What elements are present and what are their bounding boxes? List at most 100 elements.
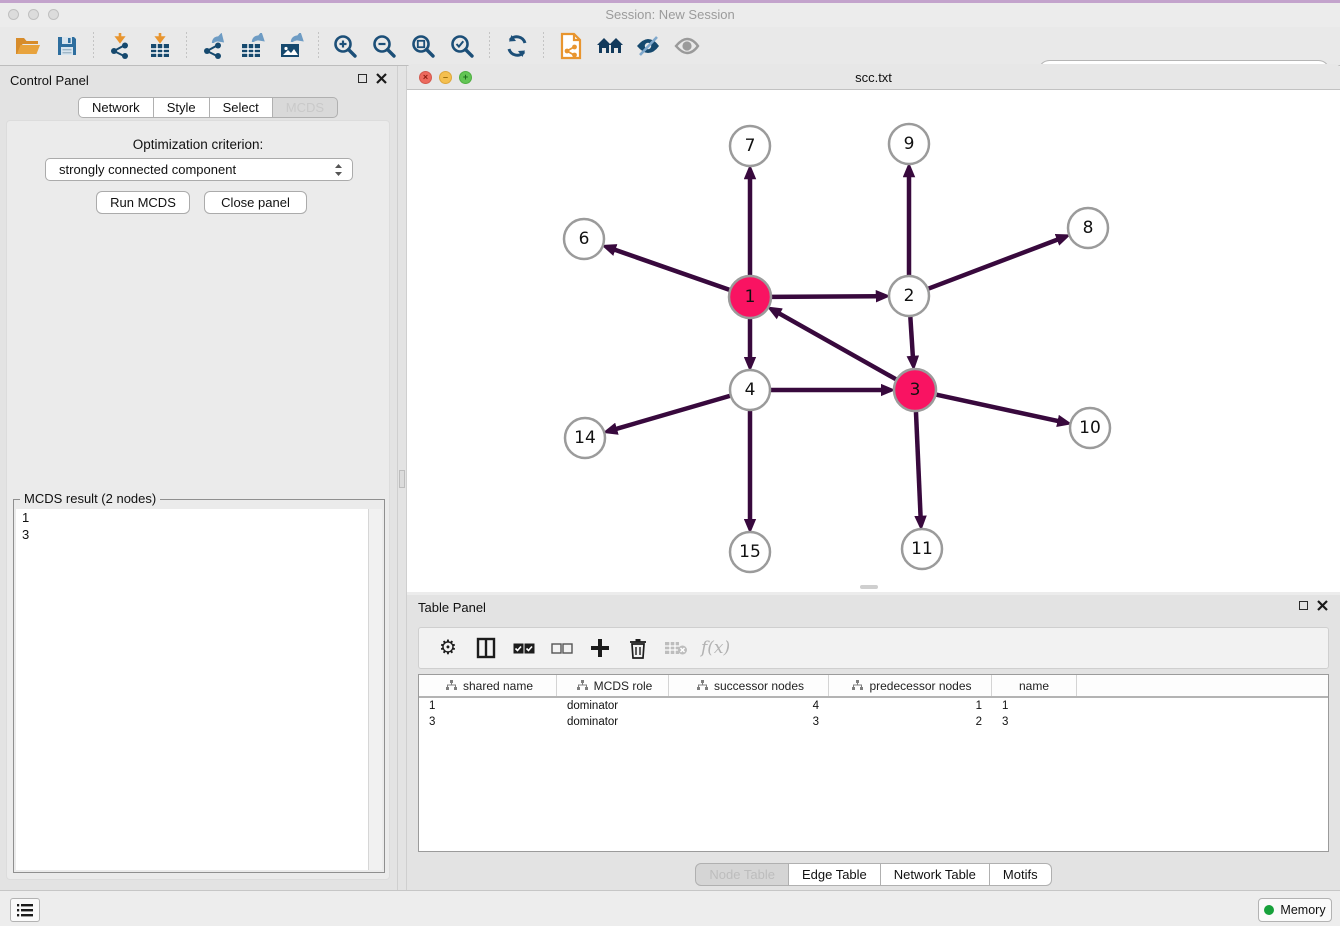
select-all-icon[interactable] [509, 633, 539, 663]
column-header-label: successor nodes [714, 679, 804, 693]
mcds-result-item[interactable]: 3 [16, 526, 368, 543]
canvas-scroll-nub[interactable] [860, 585, 878, 589]
import-table-icon[interactable] [144, 31, 175, 62]
toolbar-separator [318, 32, 319, 60]
task-history-button[interactable] [10, 898, 40, 922]
table-row[interactable]: 1dominator411 [419, 698, 1328, 714]
column-type-icon [852, 680, 863, 691]
show-columns-icon[interactable] [471, 633, 501, 663]
table-cell[interactable]: 4 [669, 700, 829, 712]
new-network-from-selection-icon[interactable] [555, 31, 586, 62]
edge-1-2[interactable] [772, 296, 877, 297]
table-options-icon[interactable]: ⚙ [433, 633, 463, 663]
column-header-MCDS-role[interactable]: MCDS role [557, 675, 669, 696]
zoom-selected-icon[interactable] [447, 31, 478, 62]
table-tabs: Node TableEdge TableNetwork TableMotifs [407, 863, 1340, 886]
column-header-name[interactable]: name [992, 675, 1077, 696]
delete-row-icon[interactable] [623, 633, 653, 663]
column-header-successor-nodes[interactable]: successor nodes [669, 675, 829, 696]
list-icon [17, 904, 33, 917]
optimization-criterion-label: Optimization criterion: [7, 137, 389, 152]
panel-divider-handle[interactable] [399, 470, 405, 488]
mcds-result-title: MCDS result (2 nodes) [20, 491, 160, 506]
node-label-6: 6 [579, 229, 590, 249]
table-cell[interactable]: 1 [829, 700, 992, 712]
mcds-result-item[interactable]: 1 [16, 509, 368, 526]
tab-node-table[interactable]: Node Table [695, 863, 789, 886]
tab-network[interactable]: Network [78, 97, 154, 118]
node-label-4: 4 [745, 380, 756, 400]
zoom-out-icon[interactable] [369, 31, 400, 62]
table-cell[interactable]: dominator [557, 700, 669, 712]
tab-mcds[interactable]: MCDS [273, 97, 338, 118]
save-session-icon[interactable] [51, 31, 82, 62]
toolbar-separator [186, 32, 187, 60]
show-all-icon [672, 31, 703, 62]
application-window: Session: New Session [0, 0, 1340, 926]
criterion-dropdown[interactable]: strongly connected component [45, 158, 353, 181]
memory-label: Memory [1280, 903, 1325, 917]
column-header-shared-name[interactable]: shared name [419, 675, 557, 696]
edge-3-11[interactable] [916, 412, 921, 517]
table-cell[interactable]: 2 [829, 716, 992, 728]
network-canvas[interactable]: 7968124314101511 [407, 90, 1340, 592]
node-label-11: 11 [911, 539, 933, 559]
float-panel-icon[interactable] [358, 74, 367, 83]
export-table-icon[interactable] [237, 31, 268, 62]
panel-divider[interactable] [397, 66, 407, 890]
open-session-icon[interactable] [12, 31, 43, 62]
control-panel: Control Panel NetworkStyleSelectMCDS Opt… [0, 66, 397, 890]
network-window-title: scc.txt [407, 70, 1340, 85]
table-cell[interactable]: 1 [992, 700, 1077, 712]
node-label-9: 9 [904, 134, 915, 154]
first-neighbors-icon[interactable] [594, 31, 625, 62]
hide-selected-icon[interactable] [633, 31, 664, 62]
tab-edge-table[interactable]: Edge Table [789, 863, 881, 886]
close-panel-icon[interactable] [376, 73, 387, 84]
edge-1-6[interactable] [614, 250, 729, 290]
table-cell[interactable]: 3 [992, 716, 1077, 728]
edge-2-3[interactable] [910, 317, 913, 357]
zoom-in-icon[interactable] [330, 31, 361, 62]
tab-motifs[interactable]: Motifs [990, 863, 1052, 886]
zoom-fit-icon[interactable] [408, 31, 439, 62]
add-row-icon[interactable] [585, 633, 615, 663]
node-table[interactable]: shared name MCDS role successor nodes prede… [418, 674, 1329, 852]
mcds-result-list[interactable]: 13 [16, 509, 368, 870]
edge-3-1[interactable] [779, 313, 896, 379]
table-cell[interactable]: 3 [419, 716, 557, 728]
title-bar-accent [0, 0, 1340, 3]
column-header-label: MCDS role [594, 679, 653, 693]
column-header-label: name [1019, 679, 1049, 693]
table-cell[interactable]: 1 [419, 700, 557, 712]
table-cell[interactable]: 3 [669, 716, 829, 728]
mcds-result-group: MCDS result (2 nodes) 13 [13, 499, 385, 873]
table-cell[interactable]: dominator [557, 716, 669, 728]
node-label-2: 2 [904, 286, 915, 306]
float-table-panel-icon[interactable] [1299, 601, 1308, 610]
run-mcds-button[interactable]: Run MCDS [96, 191, 190, 214]
close-panel-button[interactable]: Close panel [204, 191, 307, 214]
edge-2-8[interactable] [929, 239, 1058, 288]
column-header-predecessor-nodes[interactable]: predecessor nodes [829, 675, 992, 696]
clear-selection-icon[interactable] [547, 633, 577, 663]
column-header-label: shared name [463, 679, 533, 693]
toolbar-separator [489, 32, 490, 60]
table-row[interactable]: 3dominator323 [419, 714, 1328, 730]
edge-4-14[interactable] [616, 396, 730, 429]
apply-layout-icon[interactable] [501, 31, 532, 62]
close-table-panel-icon[interactable] [1317, 600, 1328, 611]
tab-select[interactable]: Select [210, 97, 273, 118]
table-header-row: shared name MCDS role successor nodes prede… [419, 675, 1328, 698]
edge-3-10[interactable] [936, 395, 1058, 422]
network-window-titlebar: × – + scc.txt [407, 64, 1340, 90]
export-network-icon[interactable] [198, 31, 229, 62]
column-header-label: predecessor nodes [869, 679, 971, 693]
memory-button[interactable]: Memory [1258, 898, 1332, 922]
mcds-result-scrollbar[interactable] [368, 509, 382, 870]
import-network-icon[interactable] [105, 31, 136, 62]
export-image-icon[interactable] [276, 31, 307, 62]
tab-network-table[interactable]: Network Table [881, 863, 990, 886]
title-bar: Session: New Session [0, 0, 1340, 27]
tab-style[interactable]: Style [154, 97, 210, 118]
